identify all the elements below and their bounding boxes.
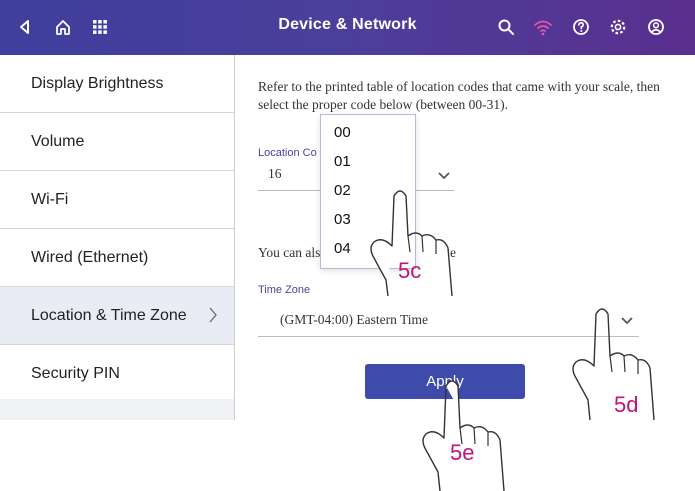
sidebar-item-label: Wired (Ethernet)	[31, 248, 149, 266]
dropdown-option[interactable]: 01	[334, 153, 351, 170]
location-code-label: Location Co	[258, 147, 317, 159]
sidebar-item-label: Volume	[31, 132, 85, 150]
wifi-icon[interactable]	[530, 14, 556, 40]
top-bar: Device & Network	[0, 0, 695, 55]
settings-icon[interactable]	[605, 14, 631, 40]
sidebar-more	[0, 399, 234, 420]
step-5e-label: 5e	[450, 440, 475, 465]
sidebar-item-label: Location & Time Zone	[31, 306, 187, 324]
dropdown-option[interactable]: 02	[334, 182, 351, 199]
location-code-value[interactable]: 16	[268, 166, 282, 182]
search-icon[interactable]	[493, 14, 519, 40]
sidebar-item-label: Wi-Fi	[31, 190, 69, 208]
location-description: Refer to the printed table of location c…	[258, 79, 660, 112]
sidebar-item-label: Display Brightness	[31, 74, 164, 92]
step-5d-label: 5d	[614, 392, 639, 417]
sidebar: Display Brightness Volume Wi-Fi Wired (E…	[0, 55, 235, 420]
step-5c-label: 5c	[398, 258, 422, 283]
sidebar-item-volume[interactable]: Volume	[0, 113, 234, 171]
secondary-text-start: You can als	[258, 245, 321, 260]
dropdown-option[interactable]: 04	[334, 240, 351, 257]
dropdown-option[interactable]: 03	[334, 211, 351, 228]
sidebar-item-label: Security PIN	[31, 364, 120, 382]
help-icon[interactable]	[568, 14, 594, 40]
time-zone-value[interactable]: (GMT-04:00) Eastern Time	[280, 312, 428, 328]
sidebar-item-wifi[interactable]: Wi-Fi	[0, 171, 234, 229]
account-icon[interactable]	[643, 14, 669, 40]
time-zone-label: Time Zone	[258, 284, 311, 296]
tap-hand-icon	[422, 380, 505, 491]
dropdown-option[interactable]: 00	[334, 124, 351, 141]
sidebar-item-location-time-zone[interactable]: Location & Time Zone	[0, 287, 234, 345]
sidebar-item-security-pin[interactable]: Security PIN	[0, 345, 234, 403]
chevron-right-icon	[208, 306, 218, 329]
sidebar-item-display-brightness[interactable]: Display Brightness	[0, 55, 234, 113]
sidebar-item-wired-ethernet[interactable]: Wired (Ethernet)	[0, 229, 234, 287]
